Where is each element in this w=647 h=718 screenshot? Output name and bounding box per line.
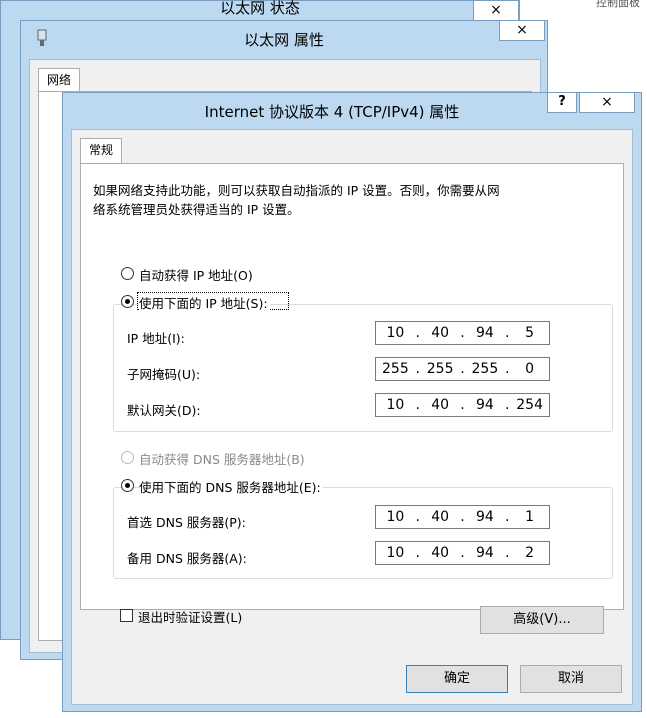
preferred-dns-label: 首选 DNS 服务器(P):	[127, 515, 246, 530]
gateway-octet-2: 40	[431, 397, 450, 413]
pdns-octet-4: 1	[525, 509, 535, 525]
pdns-octet-1: 10	[386, 509, 405, 525]
tab-general[interactable]: 常规	[80, 138, 123, 164]
adns-octet-3: 94	[475, 545, 494, 561]
alternate-dns-field[interactable]: 10. 40. 94. 2	[375, 541, 550, 565]
ip-octet-4: 5	[525, 325, 535, 341]
auto-dns-label[interactable]: 自动获得 DNS 服务器地址(B)	[139, 449, 305, 468]
ip-octet-3: 94	[475, 325, 494, 341]
ethernet-properties-close-button[interactable]: ×	[499, 21, 545, 41]
ethernet-status-close-button[interactable]: ×	[473, 1, 519, 21]
gateway-octet-1: 10	[386, 397, 405, 413]
preferred-dns-field[interactable]: 10. 40. 94. 1	[375, 505, 550, 529]
auto-dns-radio[interactable]	[121, 451, 134, 464]
manual-ip-radio[interactable]	[121, 295, 134, 308]
validate-on-exit-checkbox[interactable]	[120, 609, 133, 622]
ipv4-properties-dialog: Internet 协议版本 4 (TCP/IPv4) 属性 ? × 常规 如果网…	[62, 92, 642, 712]
gateway-octet-3: 94	[475, 397, 494, 413]
gateway-octet-4: 254	[516, 397, 543, 413]
alternate-dns-label: 备用 DNS 服务器(A):	[127, 551, 247, 566]
ip-address-label: IP 地址(I):	[127, 331, 185, 346]
control-panel-text: 控制面板	[596, 0, 640, 9]
manual-ip-label[interactable]: 使用下面的 IP 地址(S):	[139, 293, 270, 312]
validate-on-exit-label[interactable]: 退出时验证设置(L)	[138, 607, 242, 626]
cancel-button[interactable]: 取消	[520, 665, 622, 693]
ethernet-properties-title: 以太网 属性	[244, 31, 324, 49]
subnet-mask-field[interactable]: 255. 255. 255. 0	[375, 357, 550, 381]
default-gateway-field[interactable]: 10. 40. 94. 254	[375, 393, 550, 417]
ok-button[interactable]: 确定	[406, 665, 508, 693]
ip-address-field[interactable]: 10. 40. 94. 5	[375, 321, 550, 345]
subnet-octet-1: 255	[382, 361, 409, 377]
ipv4-dialog-close-button[interactable]: ×	[579, 93, 635, 113]
subnet-octet-3: 255	[471, 361, 499, 377]
manual-dns-radio[interactable]	[121, 479, 134, 492]
ip-octet-1: 10	[386, 325, 405, 341]
adns-octet-4: 2	[525, 545, 535, 561]
default-gateway-label: 默认网关(D):	[127, 403, 201, 418]
advanced-button[interactable]: 高级(V)...	[480, 606, 604, 634]
adns-octet-1: 10	[386, 545, 405, 561]
adns-octet-2: 40	[431, 545, 450, 561]
pdns-octet-2: 40	[431, 509, 450, 525]
help-button[interactable]: ?	[547, 93, 577, 113]
ip-octet-2: 40	[431, 325, 450, 341]
tab-network[interactable]: 网络	[38, 68, 81, 92]
subnet-octet-2: 255	[426, 361, 454, 377]
auto-ip-label[interactable]: 自动获得 IP 地址(O)	[139, 265, 253, 284]
subnet-octet-4: 0	[525, 361, 535, 377]
auto-ip-radio[interactable]	[121, 267, 134, 280]
ipv4-dialog-client: 常规 如果网络支持此功能，则可以获取自动指派的 IP 设置。否则，你需要从网 络…	[71, 129, 633, 705]
subnet-mask-label: 子网掩码(U):	[127, 367, 201, 382]
manual-dns-label[interactable]: 使用下面的 DNS 服务器地址(E):	[139, 477, 323, 496]
description-line-2: 络系统管理员处获得适当的 IP 设置。	[93, 202, 300, 217]
description-line-1: 如果网络支持此功能，则可以获取自动指派的 IP 设置。否则，你需要从网	[93, 183, 500, 198]
pdns-octet-3: 94	[475, 509, 494, 525]
general-tab-panel: 如果网络支持此功能，则可以获取自动指派的 IP 设置。否则，你需要从网 络系统管…	[80, 163, 624, 610]
